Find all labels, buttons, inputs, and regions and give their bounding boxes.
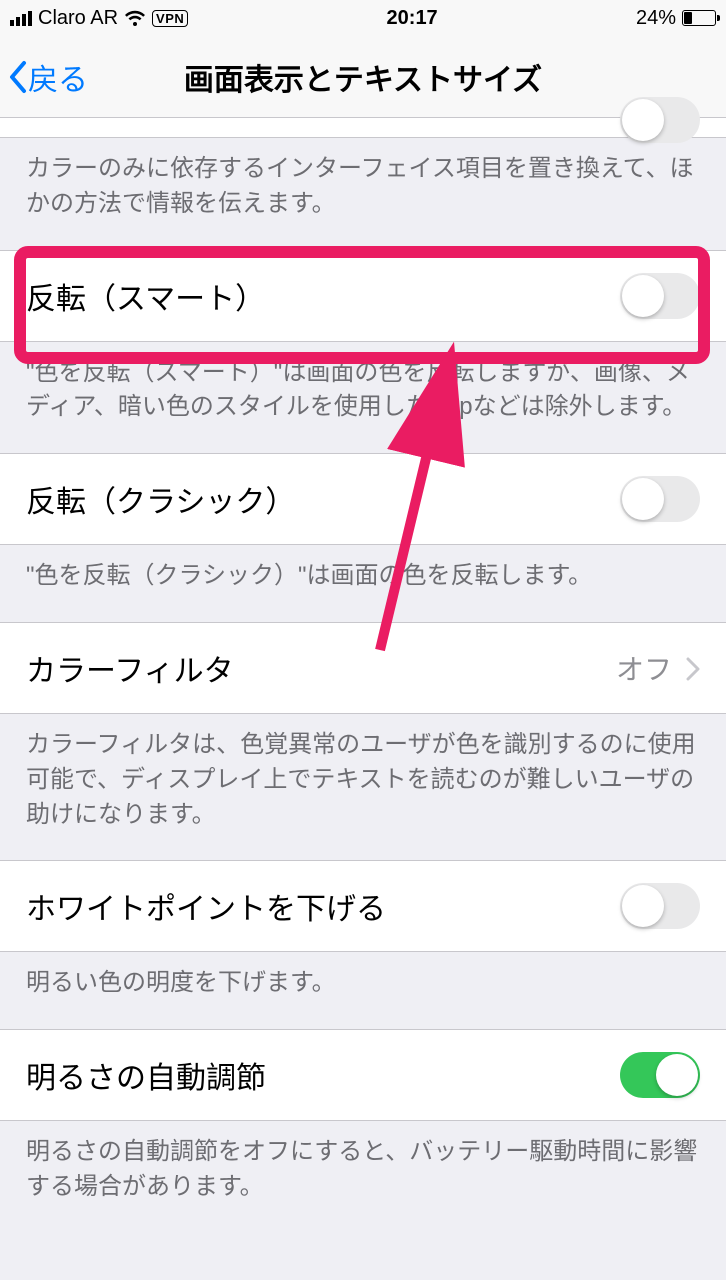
page-title: 画面表示とテキストサイズ	[184, 55, 542, 99]
row-label: 反転（スマート）	[26, 274, 265, 318]
vpn-icon: VPN	[152, 10, 188, 27]
section-footer: 明るさの自動調節をオフにすると、バッテリー駆動時間に影響する場合があります。	[0, 1121, 726, 1233]
row-value: オフ	[616, 648, 700, 688]
nav-bar: 戻る 画面表示とテキストサイズ	[0, 36, 726, 118]
wifi-icon	[124, 7, 146, 30]
section-footer: 明るい色の明度を下げます。	[0, 952, 726, 1029]
status-left: Claro AR VPN	[10, 7, 188, 30]
section-footer: カラーのみに依存するインターフェイス項目を置き換えて、ほかの方法で情報を伝えます…	[0, 138, 726, 250]
toggle-switch[interactable]	[620, 1052, 700, 1098]
status-bar: Claro AR VPN 20:17 24%	[0, 0, 726, 36]
clock: 20:17	[387, 7, 438, 30]
row-white-point[interactable]: ホワイトポイントを下げる	[0, 860, 726, 952]
row-label: 明るさの自動調節	[26, 1053, 266, 1097]
battery-percent: 24%	[636, 7, 676, 30]
row-label: カラーフィルタ	[26, 646, 234, 690]
toggle-switch[interactable]	[620, 883, 700, 929]
row-label: 反転（クラシック）	[26, 477, 295, 521]
row-smart-invert[interactable]: 反転（スマート）	[0, 250, 726, 342]
previous-cell-peek	[0, 118, 726, 138]
row-classic-invert[interactable]: 反転（クラシック）	[0, 453, 726, 545]
carrier-label: Claro AR	[38, 7, 118, 30]
section-footer: カラーフィルタは、色覚異常のユーザが色を識別するのに使用可能で、ディスプレイ上で…	[0, 714, 726, 860]
status-right: 24%	[636, 7, 716, 30]
back-label: 戻る	[28, 55, 88, 99]
row-label: ホワイトポイントを下げる	[26, 884, 386, 928]
toggle-switch[interactable]	[620, 97, 700, 143]
battery-icon	[682, 10, 716, 26]
toggle-switch[interactable]	[620, 273, 700, 319]
toggle-switch[interactable]	[620, 476, 700, 522]
row-color-filter[interactable]: カラーフィルタ オフ	[0, 622, 726, 714]
section-footer: "色を反転（クラシック）"は画面の色を反転します。	[0, 545, 726, 622]
section-footer: "色を反転（スマート）"は画面の色を反転しますが、画像、メディア、暗い色のスタイ…	[0, 342, 726, 454]
settings-content: カラーのみに依存するインターフェイス項目を置き換えて、ほかの方法で情報を伝えます…	[0, 118, 726, 1233]
value-text: オフ	[616, 648, 672, 688]
cellular-signal-icon	[10, 11, 32, 26]
chevron-right-icon	[686, 656, 700, 680]
chevron-left-icon	[8, 60, 28, 94]
back-button[interactable]: 戻る	[8, 36, 88, 117]
row-auto-brightness[interactable]: 明るさの自動調節	[0, 1029, 726, 1121]
